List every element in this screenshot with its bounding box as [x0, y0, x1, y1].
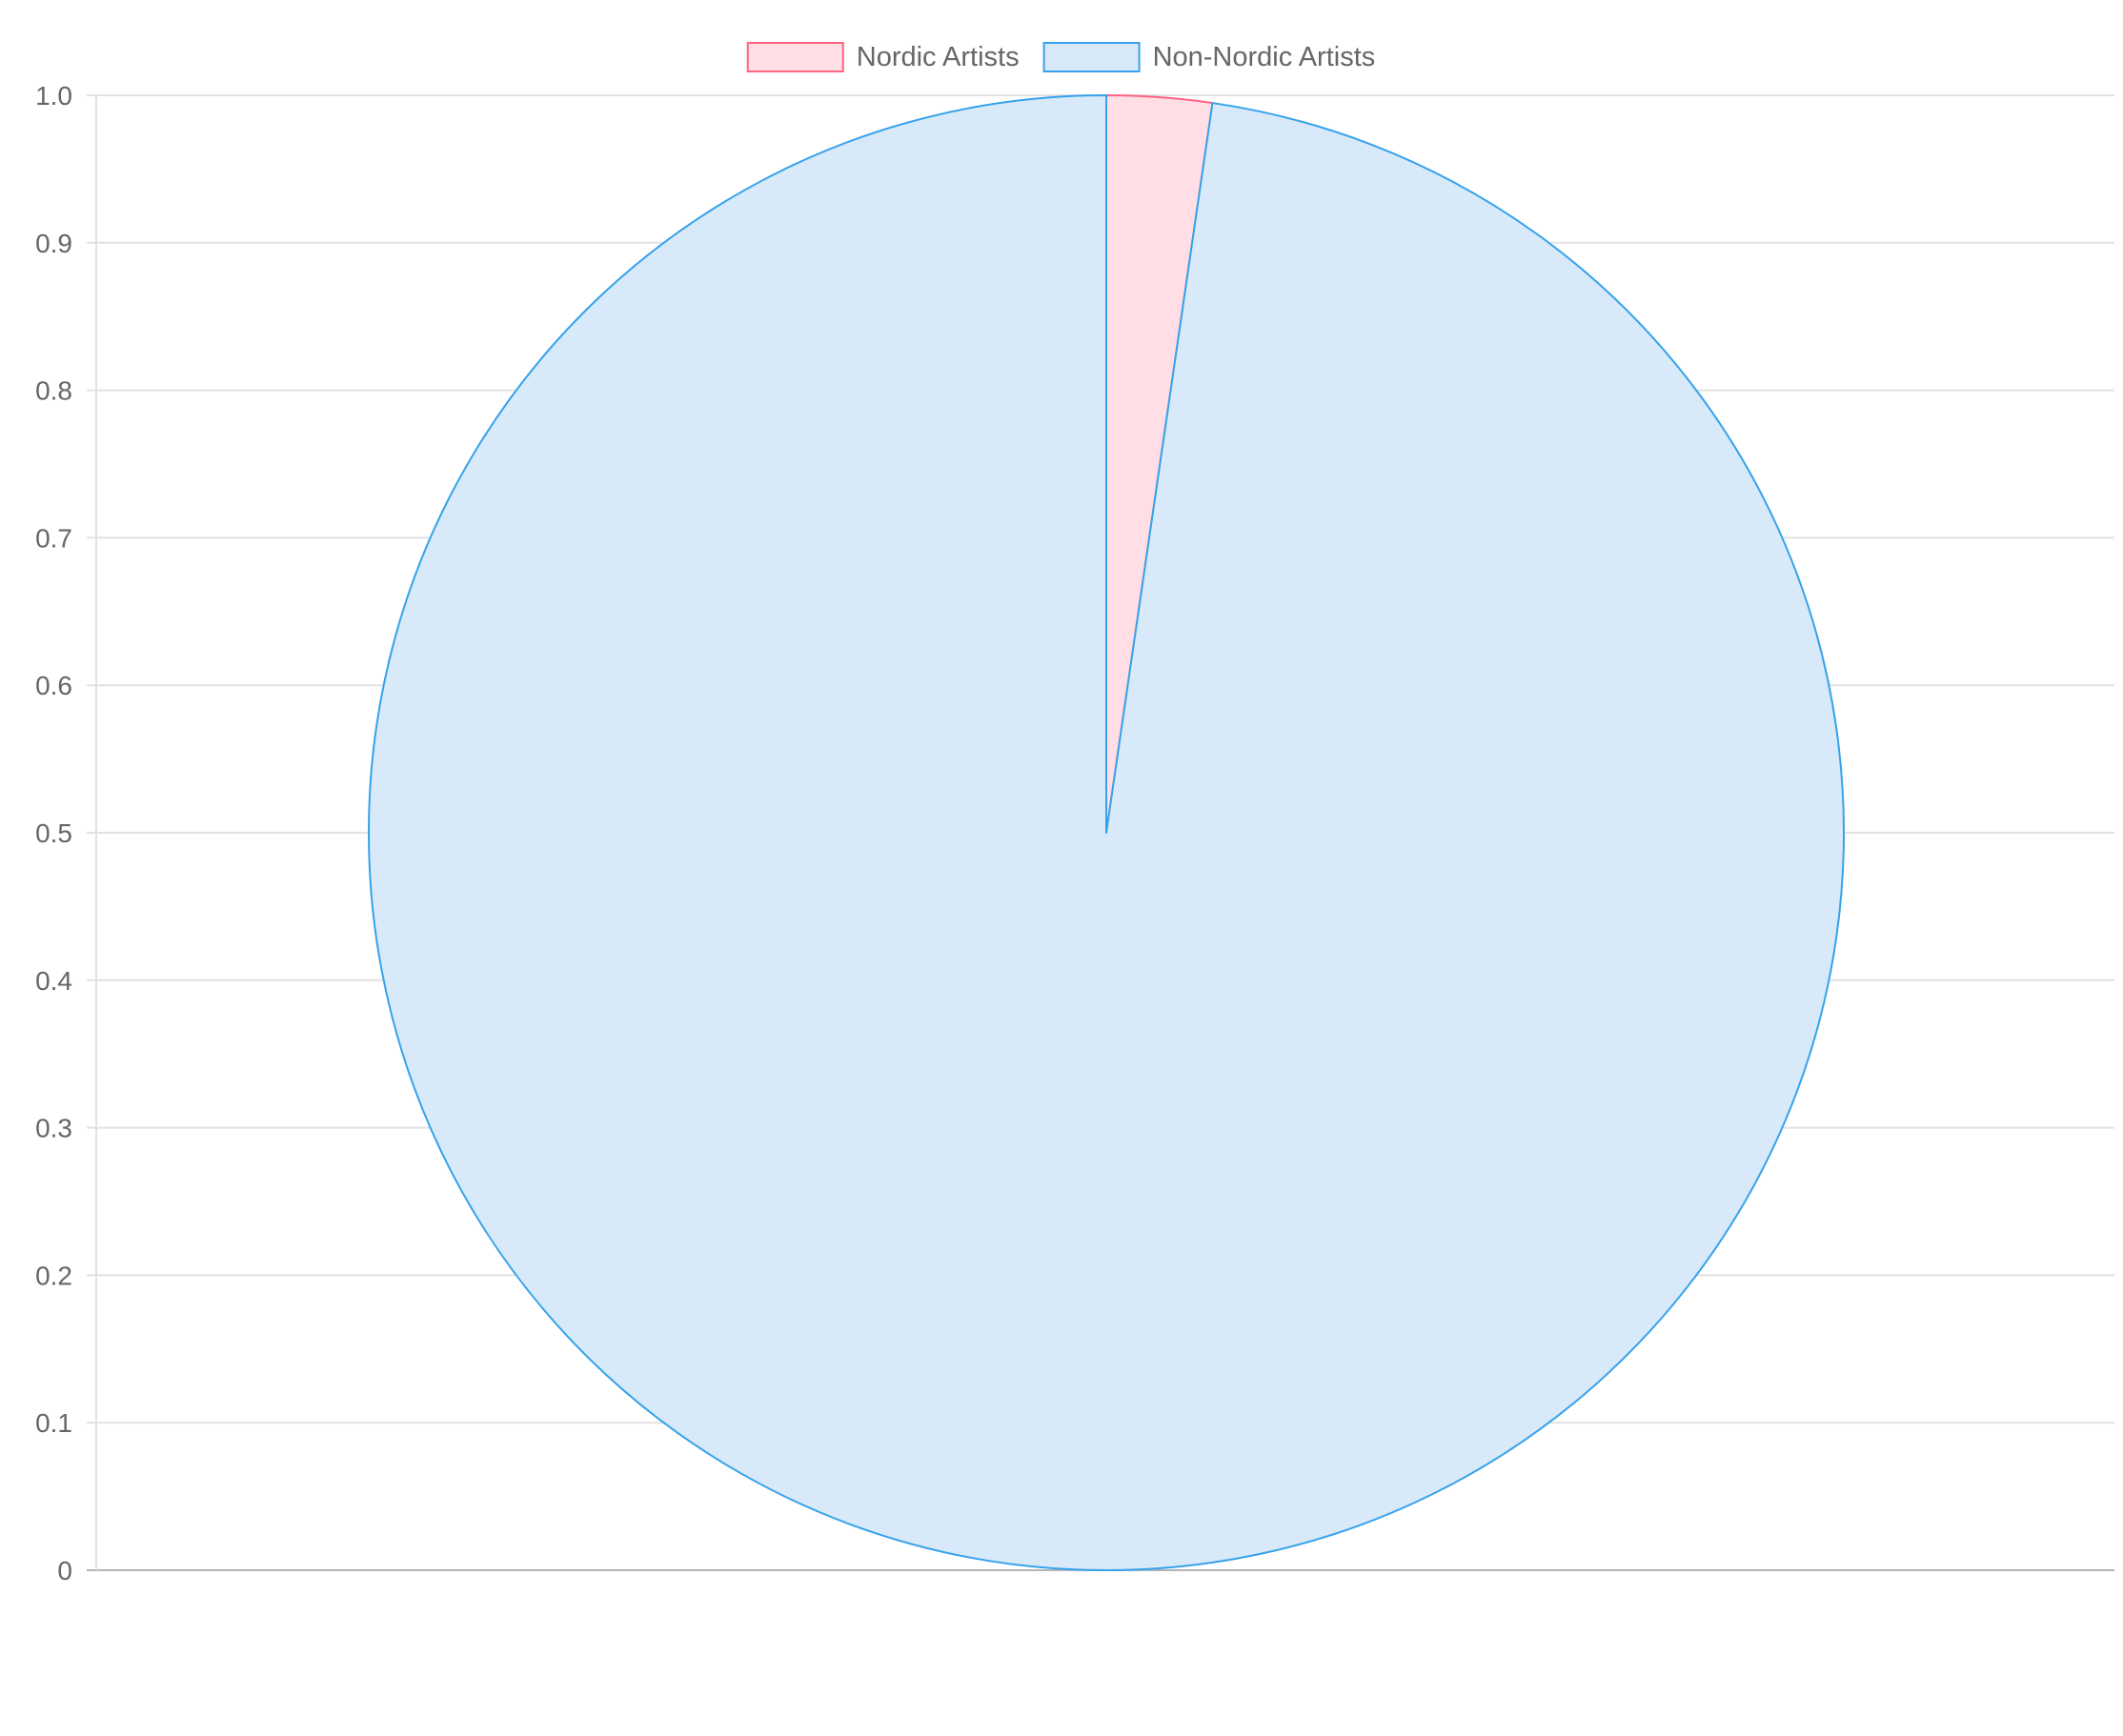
y-tick-label: 0.6 [35, 671, 72, 700]
legend: Nordic Artists Non-Nordic Artists [746, 42, 1376, 72]
y-tick-label: 0.1 [35, 1408, 72, 1438]
y-tick-label: 0.2 [35, 1261, 72, 1290]
pie-slice-non-nordic-artists[interactable] [368, 94, 1845, 1571]
y-tick-label: 1.0 [35, 81, 72, 111]
y-tick-label: 0.5 [35, 818, 72, 848]
y-tick-label: 0.7 [35, 523, 72, 553]
legend-label-nordic-artists[interactable]: Nordic Artists [857, 42, 1020, 72]
legend-label-non-nordic-artists[interactable]: Non-Nordic Artists [1153, 42, 1376, 72]
y-tick-label: 0.4 [35, 966, 72, 996]
legend-swatch-nordic-artists[interactable] [746, 42, 844, 72]
y-tick-label: 0.8 [35, 376, 72, 406]
y-tick-label: 0.3 [35, 1114, 72, 1143]
chart-container: 1.0 0.9 0.8 0.7 0.6 0.5 0.4 0.3 0.2 0.1 0 Nordic A… [0, 0, 2123, 1736]
y-tick-label: 0.9 [35, 229, 72, 258]
pie-slices [368, 94, 1845, 1571]
y-tick-label: 0 [57, 1556, 72, 1585]
pie-chart: 1.0 0.9 0.8 0.7 0.6 0.5 0.4 0.3 0.2 0.1 0 Nordic A… [35, 42, 2114, 1585]
legend-swatch-non-nordic-artists[interactable] [1042, 42, 1141, 72]
